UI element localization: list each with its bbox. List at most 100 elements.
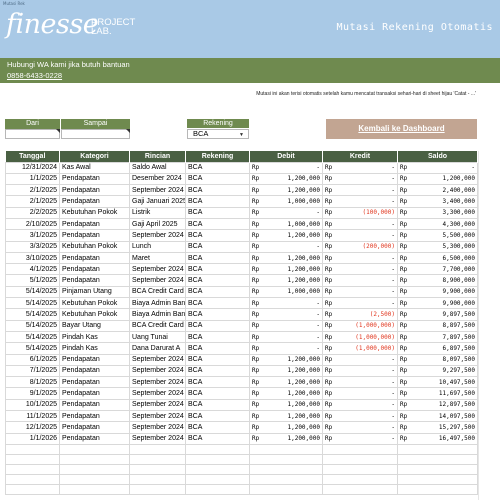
empty-cell[interactable]: [59, 483, 130, 495]
empty-cell[interactable]: [322, 483, 398, 495]
cell-rekening[interactable]: BCA: [185, 195, 250, 208]
cell-saldo[interactable]: Rp 6,500,000: [397, 251, 478, 265]
cell-saldo[interactable]: Rp 15,297,500: [397, 421, 478, 434]
cell-kredit[interactable]: Rp -: [322, 229, 398, 242]
empty-cell[interactable]: [59, 443, 130, 455]
empty-cell[interactable]: [59, 463, 130, 475]
empty-cell[interactable]: [129, 453, 186, 465]
cell-rekening[interactable]: BCA: [185, 172, 250, 186]
cell-rekening[interactable]: BCA: [185, 330, 250, 344]
cell-kategori[interactable]: Kebutuhan Pokok: [59, 240, 130, 253]
empty-cell[interactable]: [249, 443, 323, 455]
cell-rekening[interactable]: BCA: [185, 319, 250, 332]
cell-kredit[interactable]: Rp -: [322, 353, 398, 366]
cell-rincian[interactable]: September 2024: [129, 274, 186, 287]
empty-cell[interactable]: [185, 483, 250, 495]
cell-kredit[interactable]: Rp -: [322, 376, 398, 389]
cell-kategori[interactable]: Pendapatan: [59, 263, 130, 276]
cell-rincian[interactable]: Desember 2024: [129, 172, 186, 186]
cell-saldo[interactable]: Rp 9,297,500: [397, 364, 478, 378]
cell-tanggal[interactable]: 5/14/2025: [5, 285, 60, 299]
cell-rekening[interactable]: BCA: [185, 342, 250, 355]
cell-debit[interactable]: Rp -: [249, 240, 323, 253]
cell-rekening[interactable]: BCA: [185, 285, 250, 299]
empty-cell[interactable]: [322, 473, 398, 485]
cell-rincian[interactable]: Biaya Admin Bank: [129, 308, 186, 321]
cell-tanggal[interactable]: 2/2/2025: [5, 206, 60, 219]
cell-tanggal[interactable]: 5/1/2025: [5, 274, 60, 287]
cell-saldo[interactable]: Rp 1,200,000: [397, 172, 478, 186]
cell-saldo[interactable]: Rp 16,497,500: [397, 432, 478, 445]
cell-rincian[interactable]: Listrik: [129, 206, 186, 219]
cell-tanggal[interactable]: 2/1/2025: [5, 195, 60, 208]
cell-rekening[interactable]: BCA: [185, 398, 250, 412]
cell-rekening[interactable]: BCA: [185, 184, 250, 197]
cell-debit[interactable]: Rp 1,200,000: [249, 229, 323, 242]
cell-saldo[interactable]: Rp 8,897,500: [397, 319, 478, 332]
empty-cell[interactable]: [129, 483, 186, 495]
empty-cell[interactable]: [397, 483, 478, 495]
empty-cell[interactable]: [185, 443, 250, 455]
cell-rekening[interactable]: BCA: [185, 364, 250, 378]
cell-debit[interactable]: Rp 1,000,000: [249, 195, 323, 208]
empty-cell[interactable]: [5, 443, 60, 455]
cell-debit[interactable]: Rp -: [249, 161, 323, 174]
empty-cell[interactable]: [185, 463, 250, 475]
cell-debit[interactable]: Rp 1,200,000: [249, 172, 323, 186]
cell-saldo[interactable]: Rp 5,300,000: [397, 240, 478, 253]
cell-saldo[interactable]: Rp 5,500,000: [397, 229, 478, 242]
cell-kategori[interactable]: Pendapatan: [59, 432, 130, 445]
cell-debit[interactable]: Rp -: [249, 308, 323, 321]
empty-cell[interactable]: [249, 463, 323, 475]
cell-saldo[interactable]: Rp 8,900,000: [397, 274, 478, 287]
cell-saldo[interactable]: Rp 7,700,000: [397, 263, 478, 276]
cell-kategori[interactable]: Pindah Kas: [59, 330, 130, 344]
cell-debit[interactable]: Rp 1,200,000: [249, 353, 323, 366]
cell-rekening[interactable]: BCA: [185, 251, 250, 265]
cell-kredit[interactable]: Rp (1,000,000): [322, 342, 398, 355]
cell-tanggal[interactable]: 1/1/2025: [5, 172, 60, 186]
cell-rekening[interactable]: BCA: [185, 274, 250, 287]
empty-cell[interactable]: [397, 443, 478, 455]
cell-rekening[interactable]: BCA: [185, 410, 250, 423]
empty-cell[interactable]: [5, 483, 60, 495]
cell-kategori[interactable]: Pendapatan: [59, 274, 130, 287]
empty-cell[interactable]: [129, 463, 186, 475]
cell-kredit[interactable]: Rp (100,000): [322, 206, 398, 219]
empty-cell[interactable]: [59, 473, 130, 485]
cell-debit[interactable]: Rp 1,200,000: [249, 364, 323, 378]
cell-saldo[interactable]: Rp 10,497,500: [397, 376, 478, 389]
cell-kategori[interactable]: Pendapatan: [59, 376, 130, 389]
cell-kategori[interactable]: Pendapatan: [59, 398, 130, 412]
cell-debit[interactable]: Rp 1,200,000: [249, 376, 323, 389]
cell-tanggal[interactable]: 10/1/2025: [5, 398, 60, 412]
cell-rincian[interactable]: Lunch: [129, 240, 186, 253]
cell-rincian[interactable]: September 2024: [129, 421, 186, 434]
cell-rekening[interactable]: BCA: [185, 263, 250, 276]
cell-rincian[interactable]: September 2024: [129, 387, 186, 400]
back-to-dashboard-button[interactable]: Kembali ke Dashboard: [326, 119, 477, 139]
cell-debit[interactable]: Rp -: [249, 342, 323, 355]
cell-kredit[interactable]: Rp -: [322, 364, 398, 378]
empty-cell[interactable]: [397, 473, 478, 485]
cell-kategori[interactable]: Pendapatan: [59, 410, 130, 423]
cell-tanggal[interactable]: 3/10/2025: [5, 251, 60, 265]
cell-kredit[interactable]: Rp -: [322, 251, 398, 265]
empty-cell[interactable]: [322, 453, 398, 465]
cell-debit[interactable]: Rp 1,200,000: [249, 421, 323, 434]
cell-rincian[interactable]: BCA Credit Card: [129, 285, 186, 299]
rekening-select[interactable]: BCA ▼: [187, 129, 249, 139]
cell-saldo[interactable]: Rp 3,400,000: [397, 195, 478, 208]
cell-saldo[interactable]: Rp 14,097,500: [397, 410, 478, 423]
cell-kredit[interactable]: Rp -: [322, 285, 398, 299]
cell-rincian[interactable]: Gaji April 2025: [129, 217, 186, 231]
cell-saldo[interactable]: Rp 6,897,500: [397, 342, 478, 355]
cell-kategori[interactable]: Pendapatan: [59, 251, 130, 265]
empty-cell[interactable]: [129, 473, 186, 485]
cell-tanggal[interactable]: 5/14/2025: [5, 308, 60, 321]
cell-kredit[interactable]: Rp -: [322, 432, 398, 445]
cell-rekening[interactable]: BCA: [185, 421, 250, 434]
cell-rincian[interactable]: September 2024: [129, 376, 186, 389]
empty-cell[interactable]: [59, 453, 130, 465]
cell-rekening[interactable]: BCA: [185, 432, 250, 445]
